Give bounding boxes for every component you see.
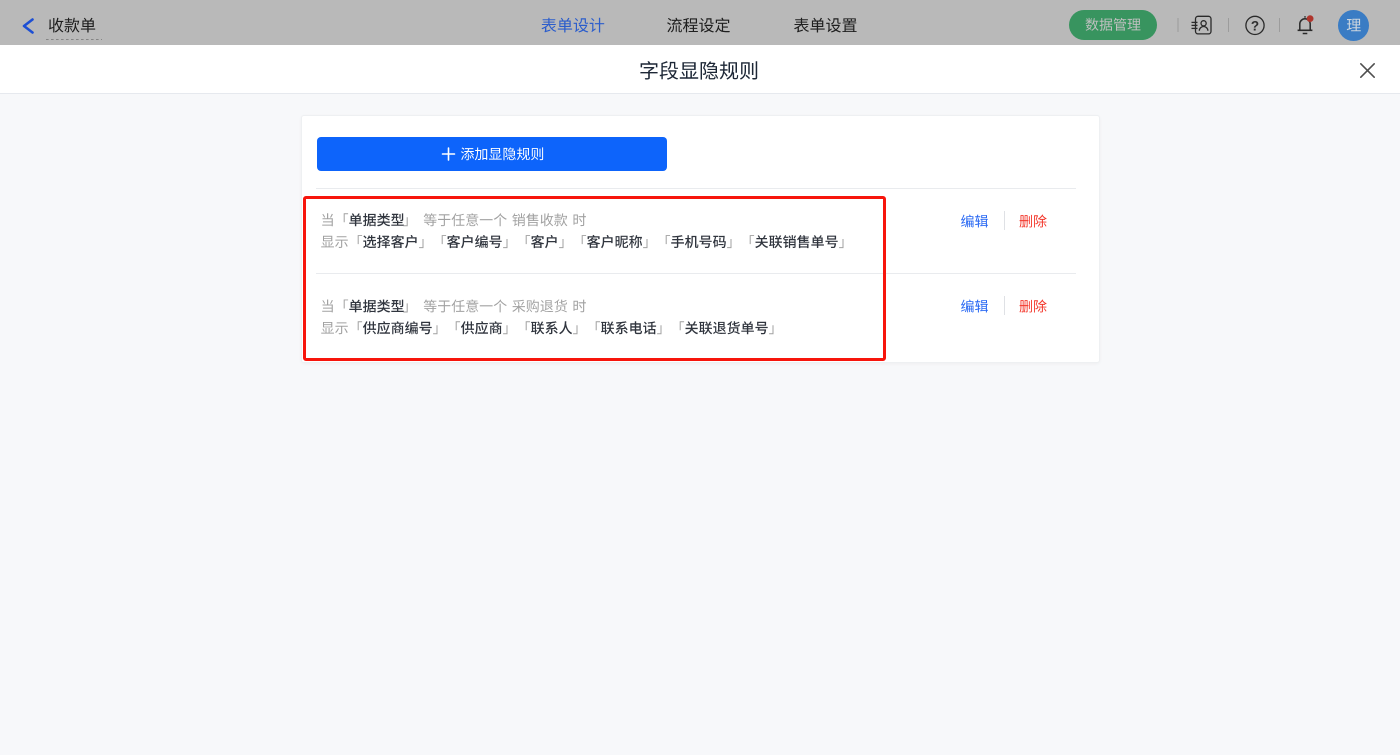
svg-text:?: ? — [1251, 18, 1259, 33]
